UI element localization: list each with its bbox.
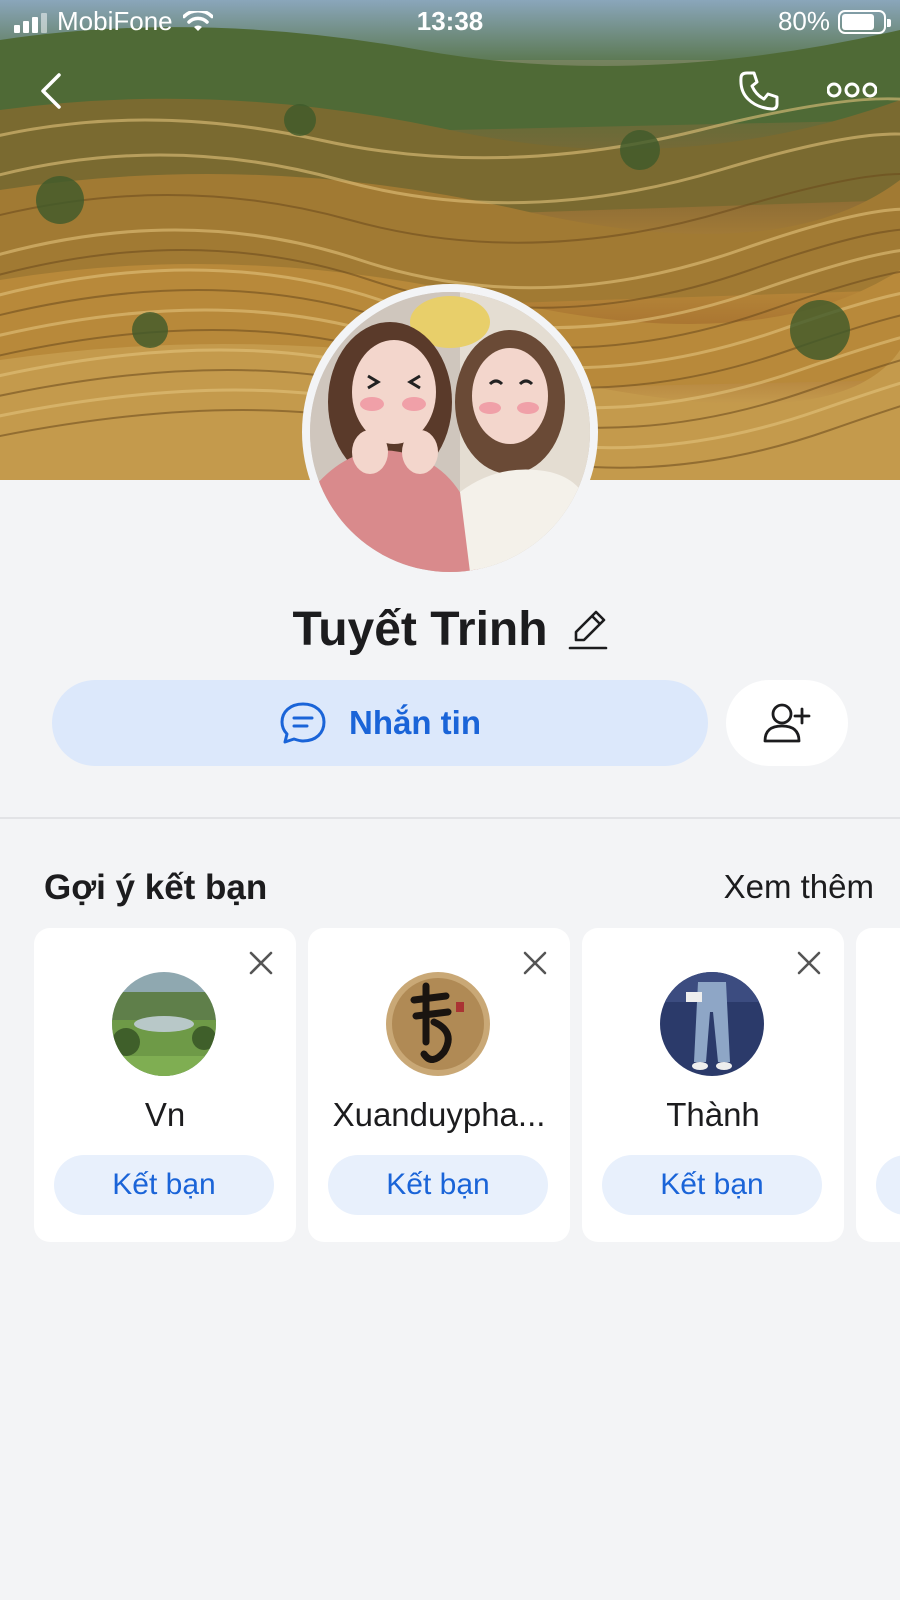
suggestion-card-partial[interactable] [856, 928, 900, 1242]
suggestion-card[interactable]: Thành Kết bạn [582, 928, 844, 1242]
battery-icon [838, 9, 891, 34]
section-divider [0, 817, 900, 819]
status-right: 80% [777, 6, 891, 37]
message-button-label: Nhắn tin [349, 704, 481, 741]
user-plus-icon [763, 703, 811, 743]
jeans-photo [660, 972, 764, 1076]
suggestions-title: Gợi ý kết bạn [44, 868, 268, 907]
suggestion-name: Xuanduypha... [332, 1096, 546, 1133]
suggestion-avatar[interactable] [386, 972, 490, 1076]
avatar-photo [310, 292, 590, 572]
more-button[interactable] [824, 70, 880, 110]
call-button[interactable] [734, 66, 784, 116]
back-button[interactable] [28, 66, 72, 116]
close-icon[interactable] [246, 948, 276, 978]
suggestions-carousel[interactable]: Vn Kết bạn Xuanduypha... Kết bạn Thành K… [34, 928, 900, 1244]
add-friend-suggestion-button[interactable]: Kết bạn [328, 1155, 548, 1215]
close-icon[interactable] [520, 948, 550, 978]
profile-name-row: Tuyết Trinh [0, 602, 900, 657]
add-friend-suggestion-button[interactable] [876, 1155, 900, 1215]
suggestion-avatar[interactable] [660, 972, 764, 1076]
pencil-icon[interactable] [568, 608, 608, 652]
close-icon[interactable] [794, 948, 824, 978]
clock: 13:38 [416, 6, 484, 36]
add-friend-suggestion-button[interactable]: Kết bạn [54, 1155, 274, 1215]
profile-avatar[interactable] [310, 292, 590, 572]
status-bar: MobiFone 13:38 80% [0, 0, 900, 44]
profile-name: Tuyết Trinh [292, 603, 548, 656]
more-horizontal-icon [827, 82, 877, 98]
battery-percent: 80% [777, 6, 830, 36]
chat-bubble-icon [280, 702, 326, 744]
battery-fill [842, 13, 874, 30]
phone-icon [739, 71, 779, 111]
suggestion-card[interactable]: Xuanduypha... Kết bạn [308, 928, 570, 1242]
add-friend-suggestion-button[interactable]: Kết bạn [602, 1155, 822, 1215]
calligraphy-photo [386, 972, 490, 1076]
suggestion-name: Thành [666, 1096, 760, 1133]
add-friend-button[interactable] [726, 680, 848, 766]
golf-course-photo [112, 972, 216, 1076]
message-button[interactable]: Nhắn tin [52, 680, 708, 766]
chevron-left-icon [41, 73, 61, 109]
see-more-link[interactable]: Xem thêm [724, 868, 874, 906]
suggestion-name: Vn [144, 1096, 186, 1133]
suggestion-card[interactable]: Vn Kết bạn [34, 928, 296, 1242]
profile-avatar-frame [302, 284, 598, 580]
suggestion-avatar[interactable] [112, 972, 216, 1076]
